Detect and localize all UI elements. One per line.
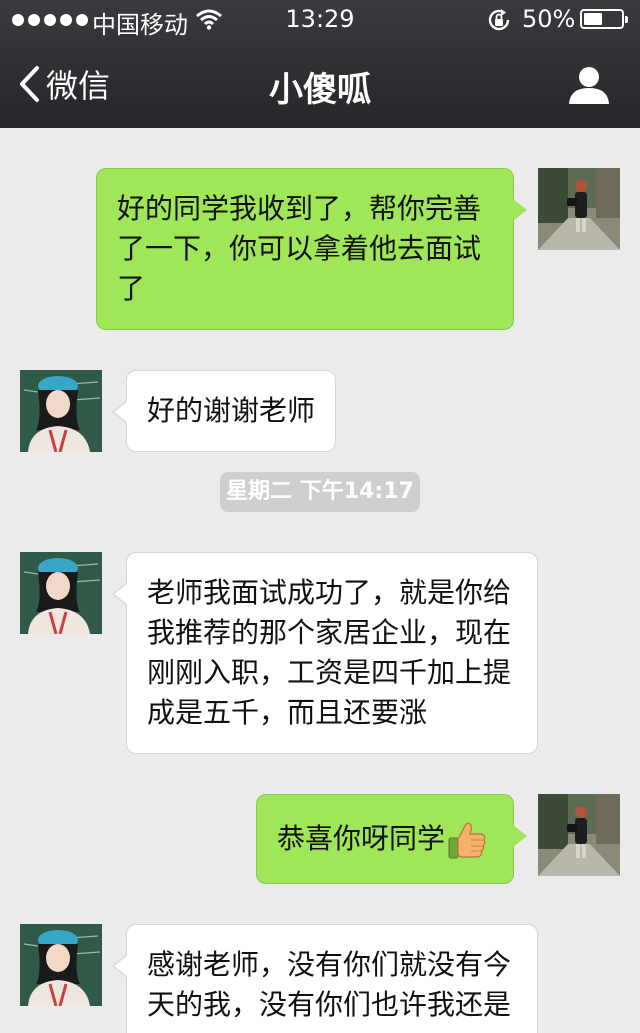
navigation-bar: 微信 小傻呱 [0,40,640,128]
contact-avatar[interactable] [20,924,102,1006]
thumbs-up-icon [448,822,486,859]
battery-icon [580,9,628,29]
contact-avatar[interactable] [20,370,102,452]
message-text: 老师我面试成功了，就是你给我推荐的那个家居企业，现在刚刚入职，工资是四千加上提成… [147,576,512,729]
message-bubble[interactable]: 好的谢谢老师 [112,370,336,452]
user-avatar[interactable] [538,168,620,250]
person-icon[interactable] [568,66,610,104]
message-bubble[interactable]: 恭喜你呀同学 [256,794,527,884]
battery-level-fill [584,13,602,25]
message-text: 恭喜你呀同学 [277,822,446,855]
message-bubble[interactable]: 老师我面试成功了，就是你给我推荐的那个家居企业，现在刚刚入职，工资是四千加上提成… [112,552,538,754]
message-text: 好的同学我收到了，帮你完善了一下，你可以拿着他去面试了 [117,192,482,305]
message-bubble[interactable]: 感谢老师，没有你们就没有今天的我，没有你们也许我还是 [112,924,538,1033]
message-bubble[interactable]: 好的同学我收到了，帮你完善了一下，你可以拿着他去面试了 [96,168,527,330]
contact-avatar[interactable] [20,552,102,634]
message-text: 感谢老师，没有你们就没有今天的我，没有你们也许我还是 [147,948,512,1021]
rotation-lock-icon [488,9,510,31]
message-text: 好的谢谢老师 [147,394,316,427]
battery-percentage: 50% [522,5,576,33]
status-bar: 中国移动 13:29 50% [0,0,640,40]
chat-title: 小傻呱 [269,70,371,110]
top-bar: 中国移动 13:29 50% 微信 小傻呱 [0,0,640,128]
message-timestamp: 星期二 下午14:17 [220,472,420,512]
user-avatar[interactable] [538,794,620,876]
